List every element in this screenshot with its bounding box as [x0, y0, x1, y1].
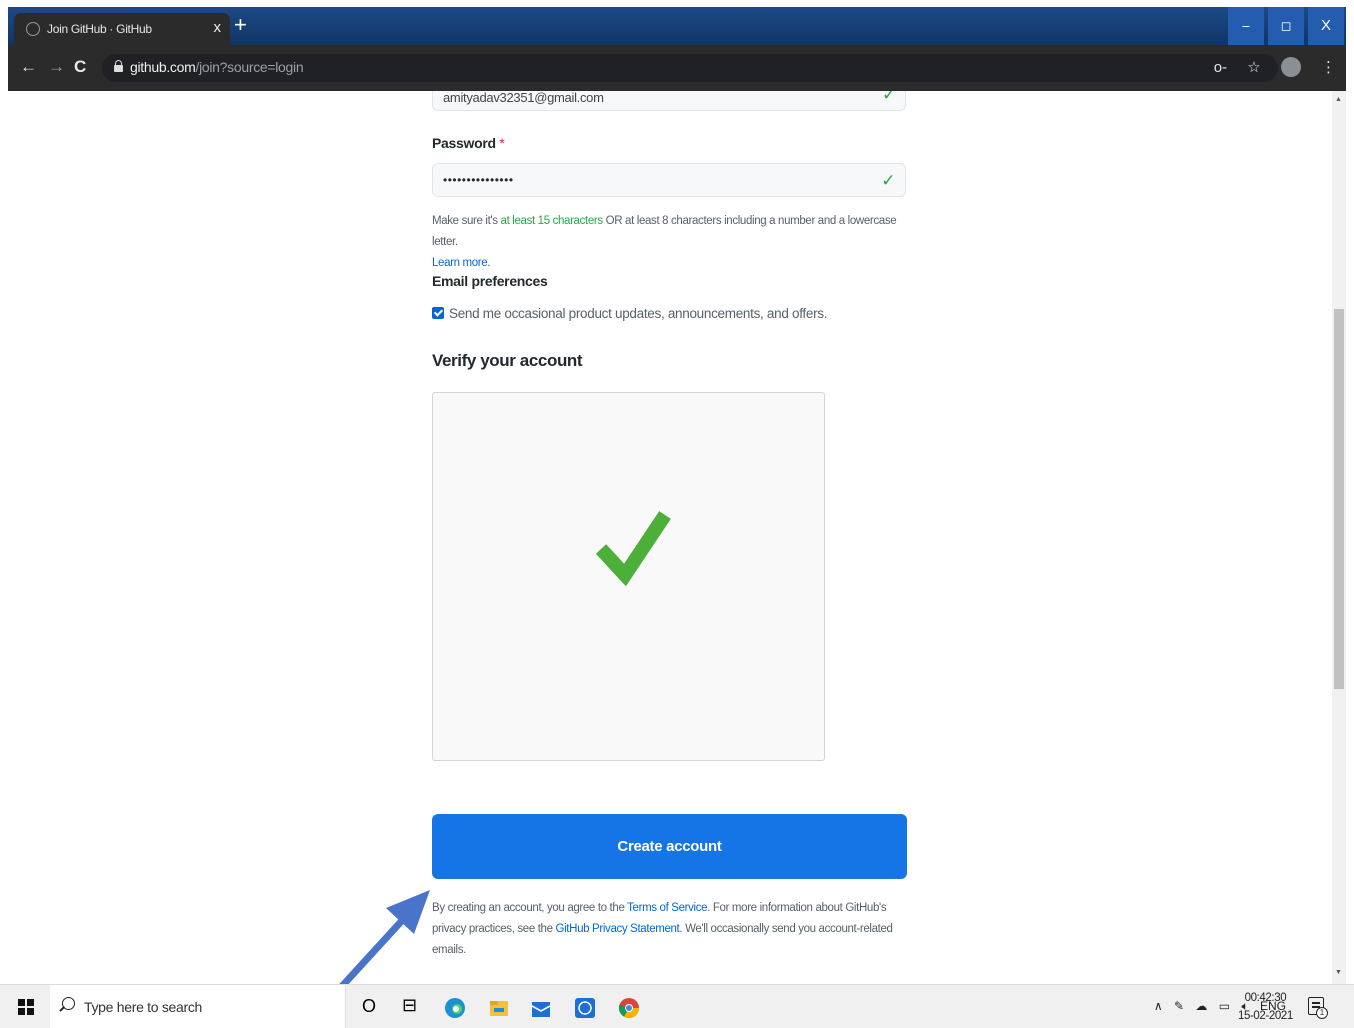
- required-marker: *: [499, 135, 505, 151]
- tray-caret-icon[interactable]: ∧: [1154, 999, 1163, 1013]
- terms-of-service-link[interactable]: Terms of Service: [627, 902, 707, 914]
- dell-app-icon[interactable]: [574, 997, 596, 1019]
- verified-check-icon: [595, 511, 671, 587]
- chrome-icon[interactable]: [618, 997, 640, 1019]
- toolbar-right-icons: o- ☆ ⋮: [1198, 57, 1336, 77]
- task-view-icon[interactable]: ⊟: [402, 995, 424, 1017]
- email-value: amityadav32351@gmail.com: [443, 91, 604, 105]
- battery-icon[interactable]: ▭: [1219, 999, 1230, 1013]
- url-text[interactable]: github.com/join?source=login: [130, 59, 304, 75]
- password-label: Password *: [432, 135, 505, 151]
- cortana-icon[interactable]: O: [362, 996, 384, 1018]
- windows-taskbar: Type here to search O ⊟ ∧ ✎ ☁ ▭ 🔈︎ ENG 0…: [0, 984, 1354, 1028]
- captcha-verify-box[interactable]: [432, 392, 825, 761]
- browser-toolbar: ← → C github.com/join?source=login o- ☆ …: [8, 45, 1346, 91]
- key-icon[interactable]: o-: [1214, 59, 1227, 76]
- page-content: amityadav32351@gmail.com ✓ Password * ••…: [8, 91, 1332, 984]
- email-preferences-label: Email preferences: [432, 273, 548, 289]
- forward-arrow-icon[interactable]: →: [48, 57, 65, 77]
- password-input[interactable]: ••••••••••••••• ✓: [432, 163, 906, 197]
- windows-start-icon[interactable]: [18, 999, 34, 1015]
- address-bar[interactable]: github.com/join?source=login: [102, 54, 1278, 82]
- search-icon: [62, 997, 75, 1010]
- learn-more-link[interactable]: Learn more.: [432, 257, 491, 269]
- browser-title-bar: Join GitHub · GitHub x + – ◻ X: [8, 7, 1346, 45]
- page-scrollbar[interactable]: ▲ ▼: [1332, 91, 1346, 984]
- lock-icon: [114, 60, 123, 72]
- browser-menu-icon[interactable]: ⋮: [1321, 59, 1336, 76]
- email-input[interactable]: amityadav32351@gmail.com ✓: [432, 91, 906, 111]
- password-value: •••••••••••••••: [443, 173, 514, 187]
- back-arrow-icon[interactable]: ←: [20, 57, 37, 77]
- pen-icon[interactable]: ✎: [1174, 999, 1184, 1013]
- scroll-down-arrow-icon[interactable]: ▼: [1335, 969, 1342, 976]
- edge-browser-icon[interactable]: [444, 997, 466, 1019]
- taskbar-clock[interactable]: 00:42:30 15-02-2021: [1238, 989, 1293, 1025]
- window-maximize-button[interactable]: ◻: [1268, 7, 1304, 45]
- cloud-icon[interactable]: ☁: [1195, 999, 1207, 1013]
- reload-icon[interactable]: C: [74, 57, 86, 77]
- email-valid-check-icon: ✓: [882, 91, 896, 104]
- scroll-up-arrow-icon[interactable]: ▲: [1335, 96, 1342, 103]
- taskbar-search-box[interactable]: Type here to search: [50, 985, 346, 1028]
- bookmark-star-icon[interactable]: ☆: [1247, 59, 1260, 76]
- browser-tab[interactable]: Join GitHub · GitHub x: [14, 13, 230, 45]
- store-icon[interactable]: [530, 997, 552, 1019]
- password-valid-check-icon: ✓: [881, 171, 896, 190]
- verify-account-heading: Verify your account: [432, 351, 583, 370]
- clock-time: 00:42:30: [1244, 992, 1287, 1004]
- profile-avatar-icon[interactable]: [1280, 57, 1301, 77]
- new-tab-button[interactable]: +: [234, 14, 247, 36]
- tab-title: Join GitHub · GitHub: [47, 22, 152, 36]
- window-close-button[interactable]: X: [1308, 7, 1344, 45]
- file-explorer-icon[interactable]: [488, 997, 510, 1019]
- notification-count-badge: 1: [1316, 1007, 1328, 1019]
- taskbar-search-placeholder: Type here to search: [84, 999, 203, 1015]
- tab-close-button[interactable]: x: [214, 19, 222, 36]
- email-preferences-text: Send me occasional product updates, anno…: [449, 306, 828, 321]
- create-account-button[interactable]: Create account: [432, 814, 907, 879]
- email-preferences-checkbox[interactable]: [432, 307, 444, 319]
- scrollbar-thumb[interactable]: [1334, 309, 1344, 689]
- password-hint: Make sure it's at least 15 characters OR…: [432, 215, 897, 269]
- privacy-statement-link[interactable]: GitHub Privacy Statement: [556, 923, 680, 935]
- clock-date: 15-02-2021: [1238, 1010, 1293, 1022]
- github-favicon-icon: [26, 22, 40, 36]
- terms-notice: By creating an account, you agree to the…: [432, 902, 893, 956]
- window-minimize-button[interactable]: –: [1228, 7, 1264, 45]
- email-preferences-option[interactable]: Send me occasional product updates, anno…: [432, 306, 827, 321]
